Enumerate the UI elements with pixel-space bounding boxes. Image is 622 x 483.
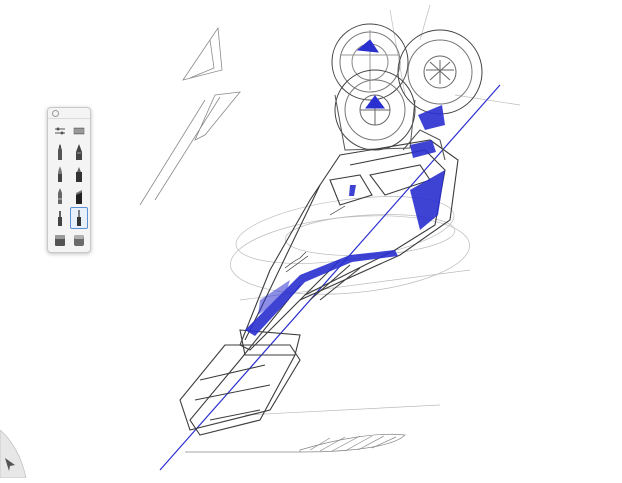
brush-soft-eraser[interactable]	[70, 229, 88, 251]
brush-settings-button[interactable]	[51, 120, 69, 142]
palette-grip[interactable]	[48, 108, 90, 119]
ground-shadow	[185, 433, 406, 453]
eraser-icon	[55, 235, 65, 246]
corner-menu-button[interactable]	[0, 429, 30, 479]
brush-ballpoint[interactable]	[70, 141, 88, 163]
brush-paint[interactable]	[51, 163, 69, 185]
soft-eraser-icon	[74, 235, 84, 246]
construction-lines	[230, 4, 521, 416]
brush-palette[interactable]	[47, 107, 91, 253]
side-sketch	[139, 26, 241, 206]
chisel-marker-icon	[76, 190, 82, 204]
pencil-icon	[58, 144, 62, 160]
brush-library-button[interactable]	[70, 120, 88, 142]
corner-menu-icon	[0, 429, 27, 479]
fineliner-icon	[58, 211, 62, 226]
brush-library-icon	[73, 127, 85, 135]
paint-brush-icon	[58, 166, 62, 182]
ballpoint-pen-icon	[76, 144, 82, 160]
brush-technical-pen[interactable]	[70, 207, 88, 229]
brush-marker[interactable]	[70, 163, 88, 185]
technical-pen-icon	[77, 210, 81, 226]
blue-guide-line	[159, 84, 501, 471]
vehicle-body	[179, 129, 459, 436]
marker-icon	[76, 167, 82, 182]
brush-fineliner[interactable]	[51, 207, 69, 229]
airbrush-icon	[58, 188, 62, 204]
brush-chisel[interactable]	[70, 185, 88, 207]
brush-eraser[interactable]	[51, 229, 69, 251]
drawing-canvas[interactable]	[0, 0, 622, 478]
brush-pencil[interactable]	[51, 141, 69, 163]
brush-airbrush[interactable]	[51, 185, 69, 207]
blue-highlights	[245, 105, 445, 336]
settings-sliders-icon	[55, 127, 65, 135]
palette-close-icon[interactable]	[52, 110, 59, 117]
